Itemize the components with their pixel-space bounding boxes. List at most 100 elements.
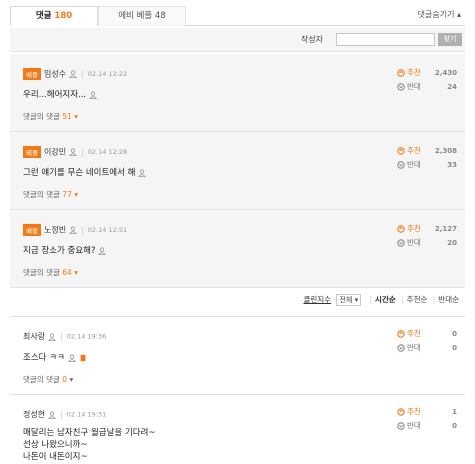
thumbs-down-icon <box>397 344 405 352</box>
upvote-button[interactable]: 추천 0 <box>397 327 457 341</box>
downvote-label: 반대 <box>407 82 421 91</box>
comment-time: 02.14 12:51 <box>87 226 128 234</box>
author-search-bar: 작성자 찾기 <box>10 28 465 52</box>
comment-author[interactable]: 최사랑 <box>23 332 45 341</box>
downvote-button[interactable]: 반대 0 <box>397 419 457 433</box>
downvote-count: 33 <box>447 161 457 169</box>
downvote-label: 반대 <box>407 160 421 169</box>
reply-link[interactable]: 댓글의 댓글 0 ▾ <box>23 374 73 385</box>
user-icon <box>69 148 78 156</box>
user-icon <box>98 246 107 255</box>
tab-comments[interactable]: 댓글 180 <box>10 6 98 26</box>
tab-comments-label: 댓글 <box>35 11 52 21</box>
reply-link[interactable]: 댓글의 댓글 51 ▾ <box>23 111 78 122</box>
best-comment: 베플 이강민 | 02.14 12:28 그런 얘기를 무슨 네이트에서 해 댓글의 … <box>10 132 465 210</box>
thumbs-down-icon <box>397 422 405 430</box>
upvote-count: 2,430 <box>434 69 457 77</box>
upvote-label: 추천 <box>407 224 421 233</box>
downvote-button[interactable]: 반대 33 <box>397 158 457 172</box>
vote-box: 추천 0 반대 0 <box>397 327 457 355</box>
filter-select[interactable]: 전체 ▾ <box>336 294 362 306</box>
upvote-button[interactable]: 추천 1 <box>397 405 457 419</box>
chevron-down-icon: ▾ <box>74 268 78 277</box>
author-search-input[interactable] <box>336 33 435 46</box>
comment: 정성현 | 02.14 19:31 매달리는 남자친구 월급날을 기다려~ 선상 나… <box>10 394 465 464</box>
search-button[interactable]: 찾기 <box>438 33 462 46</box>
comment-text: 조스다 ㅋㅋ <box>23 353 65 363</box>
tab-pre-best-label: 에비 베플 <box>118 11 153 21</box>
vote-box: 추천 1 반대 0 <box>397 405 457 433</box>
thumbs-up-icon <box>397 147 405 155</box>
clean-index-link[interactable]: 클린지수 <box>303 295 331 304</box>
comment-author[interactable]: 정성현 <box>23 410 45 419</box>
comment-time: 02.14 19:31 <box>66 410 107 419</box>
downvote-button[interactable]: 반대 24 <box>397 80 457 94</box>
downvote-count: 0 <box>452 422 457 430</box>
downvote-label: 반대 <box>407 343 421 352</box>
reply-label: 댓글의 댓글 <box>23 112 60 121</box>
comment-time: 02.14 12:28 <box>87 148 128 156</box>
downvote-label: 반대 <box>407 421 421 430</box>
upvote-label: 추천 <box>407 329 421 338</box>
best-badge: 베플 <box>23 224 41 236</box>
upvote-label: 추천 <box>407 68 421 77</box>
upvote-button[interactable]: 추천 2,308 <box>397 144 457 158</box>
best-badge: 베플 <box>23 146 41 158</box>
thumbs-up-icon <box>397 408 405 416</box>
chevron-down-icon: ▾ <box>354 296 359 304</box>
tab-pre-best-count: 48 <box>154 11 166 21</box>
chevron-down-icon: ▾ <box>69 375 74 384</box>
thumbs-up-icon <box>397 225 405 233</box>
thumbs-up-icon <box>397 330 405 338</box>
reply-label: 댓글의 댓글 <box>23 375 60 384</box>
sort-bar: 클린지수 전체 ▾ | 시간순 | 추천순 | 반대순 <box>303 294 459 306</box>
comment-text: 지금 장소가 중요해? <box>23 246 96 256</box>
filter-select-value: 전체 <box>339 296 353 304</box>
thumbs-down-icon <box>397 161 405 169</box>
reply-link[interactable]: 댓글의 댓글 64 ▾ <box>23 267 78 278</box>
downvote-button[interactable]: 반대 20 <box>397 236 457 250</box>
downvote-count: 24 <box>447 83 457 91</box>
comment-text-line: 나돈이 내돈이지~ <box>23 452 88 462</box>
user-icon <box>67 353 76 362</box>
downvote-button[interactable]: 반대 0 <box>397 341 457 355</box>
vote-box: 추천 2,127 반대 20 <box>397 222 457 250</box>
sort-time[interactable]: 시간순 <box>375 295 396 304</box>
upvote-button[interactable]: 추천 2,127 <box>397 222 457 236</box>
comment-text: 그런 얘기를 무슨 네이트에서 해 <box>23 168 136 178</box>
user-icon <box>69 70 78 78</box>
upvote-count: 0 <box>452 330 457 338</box>
reply-count: 0 <box>62 375 68 384</box>
reply-label: 댓글의 댓글 <box>23 268 60 277</box>
thumbs-down-icon <box>397 239 405 247</box>
best-comment: 베플 임성수 | 02.14 12:22 우리...헤어지자... 댓글의 댓글 51… <box>10 54 465 132</box>
reply-link[interactable]: 댓글의 댓글 77 ▾ <box>23 189 78 200</box>
thumbs-up-icon <box>397 69 405 77</box>
user-icon <box>69 226 78 234</box>
author-search-label: 작성자 <box>300 35 323 44</box>
best-badge: 베플 <box>23 68 41 80</box>
best-comment: 베플 노정빈 | 02.14 12:51 지금 장소가 중요해? 댓글의 댓글 64 … <box>10 210 465 288</box>
tab-comments-count: 180 <box>54 11 73 21</box>
chevron-down-icon: ▾ <box>74 190 78 199</box>
upvote-count: 2,308 <box>434 147 457 155</box>
comment-text: 우리...헤어지자... <box>23 90 87 100</box>
upvote-button[interactable]: 추천 2,430 <box>397 66 457 80</box>
tab-pre-best[interactable]: 에비 베플 48 <box>98 6 186 26</box>
comment-author[interactable]: 임성수 <box>44 70 66 79</box>
sort-upvotes[interactable]: 추천순 <box>407 295 428 304</box>
chevron-down-icon: ▾ <box>74 112 78 121</box>
sort-downvotes[interactable]: 반대순 <box>438 295 459 304</box>
comment-time: 02.14 12:22 <box>87 70 128 78</box>
comment-author[interactable]: 노정빈 <box>44 226 66 235</box>
upvote-label: 추천 <box>407 146 421 155</box>
thumbs-down-icon <box>397 83 405 91</box>
vote-box: 추천 2,308 반대 33 <box>397 144 457 172</box>
comment-author[interactable]: 이강민 <box>44 148 66 157</box>
comment-time: 02.14 19:36 <box>66 332 107 341</box>
reply-count: 51 <box>62 112 72 121</box>
comment-text-line: 매달리는 남자친구 월급날을 기다려~ <box>23 428 156 438</box>
downvote-count: 0 <box>452 344 457 352</box>
vote-box: 추천 2,430 반대 24 <box>397 66 457 94</box>
hide-comments-toggle[interactable]: 댓글숨기기 ▴ <box>418 9 461 20</box>
